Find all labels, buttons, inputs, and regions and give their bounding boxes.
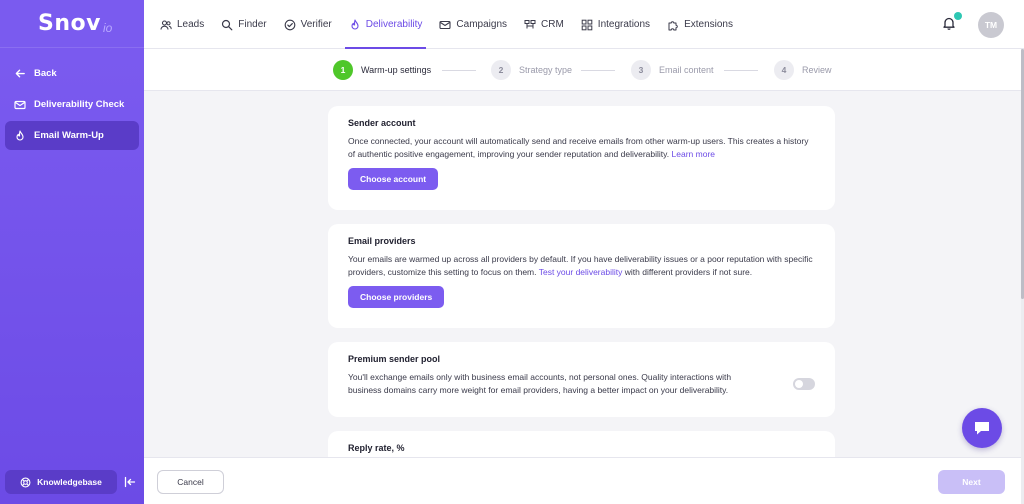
nav-leads[interactable]: Leads: [160, 0, 204, 49]
step-strategy-type[interactable]: 2 Strategy type: [491, 60, 572, 80]
crm-icon: [524, 19, 536, 31]
envelope-check-icon: [14, 99, 26, 111]
cancel-button[interactable]: Cancel: [157, 470, 224, 494]
knowledgebase-label: Knowledgebase: [37, 477, 102, 487]
sidebar: Snov io Back Deliverability Check Email …: [0, 0, 144, 504]
nav-label: Integrations: [597, 19, 651, 30]
nav-campaigns[interactable]: Campaigns: [439, 0, 507, 49]
step-connector: [724, 70, 758, 71]
reply-rate-card: Reply rate, %: [328, 431, 835, 457]
step-connector: [442, 70, 476, 71]
notification-dot: [954, 12, 962, 20]
top-navbar: Leads Finder Verifier Deliverability Cam…: [144, 0, 1024, 49]
stepper: 1 Warm-up settings 2 Strategy type 3 Ema…: [144, 49, 1021, 91]
knowledgebase-button[interactable]: Knowledgebase: [5, 470, 117, 494]
card-title: Email providers: [348, 236, 416, 246]
step-label: Review: [802, 65, 832, 75]
choose-providers-button[interactable]: Choose providers: [348, 286, 445, 308]
premium-sender-pool-card: Premium sender pool You'll exchange emai…: [328, 342, 835, 417]
nav-label: Campaigns: [456, 19, 508, 30]
flame-icon: [349, 18, 361, 31]
card-description: You'll exchange emails only with busines…: [348, 372, 732, 395]
nav-label: Extensions: [684, 19, 733, 30]
sidebar-item-label: Deliverability Check: [34, 99, 125, 110]
sidebar-item-back[interactable]: Back: [5, 59, 139, 88]
nav-verifier[interactable]: Verifier: [284, 0, 332, 49]
step-warm-up-settings[interactable]: 1 Warm-up settings: [333, 60, 431, 80]
learn-more-link[interactable]: Learn more: [672, 149, 715, 159]
sidebar-item-email-warm-up[interactable]: Email Warm-Up: [5, 121, 139, 150]
step-label: Warm-up settings: [361, 65, 432, 75]
puzzle-icon: [667, 19, 679, 31]
nav-deliverability[interactable]: Deliverability: [344, 0, 427, 49]
collapse-sidebar-icon[interactable]: [123, 475, 137, 489]
step-number: 4: [774, 60, 794, 80]
avatar[interactable]: TM: [978, 12, 1004, 38]
nav-label: Deliverability: [365, 19, 423, 30]
choose-account-button[interactable]: Choose account: [348, 168, 439, 190]
email-providers-card: Email providers Your emails are warmed u…: [328, 224, 835, 328]
step-number: 3: [631, 60, 651, 80]
sidebar-nav: Back Deliverability Check Email Warm-Up: [0, 48, 144, 150]
step-email-content[interactable]: 3 Email content: [631, 60, 714, 80]
step-number: 2: [491, 60, 511, 80]
chat-bubble-icon: [975, 422, 989, 435]
sidebar-footer: Knowledgebase: [5, 470, 137, 494]
notifications-bell-icon[interactable]: [942, 12, 962, 32]
sidebar-item-label: Email Warm-Up: [34, 130, 104, 141]
nav-label: CRM: [541, 19, 564, 30]
premium-pool-toggle[interactable]: [793, 378, 815, 390]
search-icon: [221, 19, 233, 31]
envelope-icon: [439, 19, 451, 31]
test-deliverability-link[interactable]: Test your deliverability: [539, 267, 623, 277]
nav-integrations[interactable]: Integrations: [581, 0, 650, 49]
nav-label: Finder: [238, 19, 267, 30]
nav-label: Leads: [177, 19, 205, 30]
main-nav: Leads Finder Verifier Deliverability Cam…: [160, 0, 750, 49]
nav-crm[interactable]: CRM: [524, 0, 564, 49]
step-label: Email content: [659, 65, 714, 75]
grid-icon: [581, 19, 593, 31]
sidebar-item-label: Back: [34, 68, 57, 79]
nav-finder[interactable]: Finder: [221, 0, 267, 49]
footer-bar: Cancel Next: [144, 457, 1021, 504]
sender-account-card: Sender account Once connected, your acco…: [328, 106, 835, 210]
step-number: 1: [333, 60, 353, 80]
card-description: Your emails are warmed up across all pro…: [348, 254, 813, 277]
nav-label: Verifier: [300, 19, 332, 30]
step-review[interactable]: 4 Review: [774, 60, 832, 80]
logo[interactable]: Snov io: [0, 0, 144, 48]
check-circle-icon: [284, 19, 296, 31]
flame-icon: [14, 129, 26, 142]
arrow-left-icon: [14, 68, 26, 80]
nav-extensions[interactable]: Extensions: [667, 0, 733, 49]
next-button[interactable]: Next: [938, 470, 1005, 494]
chat-widget-button[interactable]: [962, 408, 1002, 448]
logo-text: Snov: [38, 11, 101, 36]
card-title: Reply rate, %: [348, 443, 405, 453]
step-connector: [581, 70, 615, 71]
card-title: Sender account: [348, 118, 416, 128]
users-icon: [160, 19, 172, 31]
main-content[interactable]: Sender account Once connected, your acco…: [144, 92, 1021, 457]
lifebuoy-icon: [20, 477, 31, 488]
card-description: Once connected, your account will automa…: [348, 136, 809, 159]
step-label: Strategy type: [519, 65, 573, 75]
sidebar-item-deliverability-check[interactable]: Deliverability Check: [5, 90, 139, 119]
card-title: Premium sender pool: [348, 354, 441, 364]
logo-suffix: io: [102, 20, 113, 35]
